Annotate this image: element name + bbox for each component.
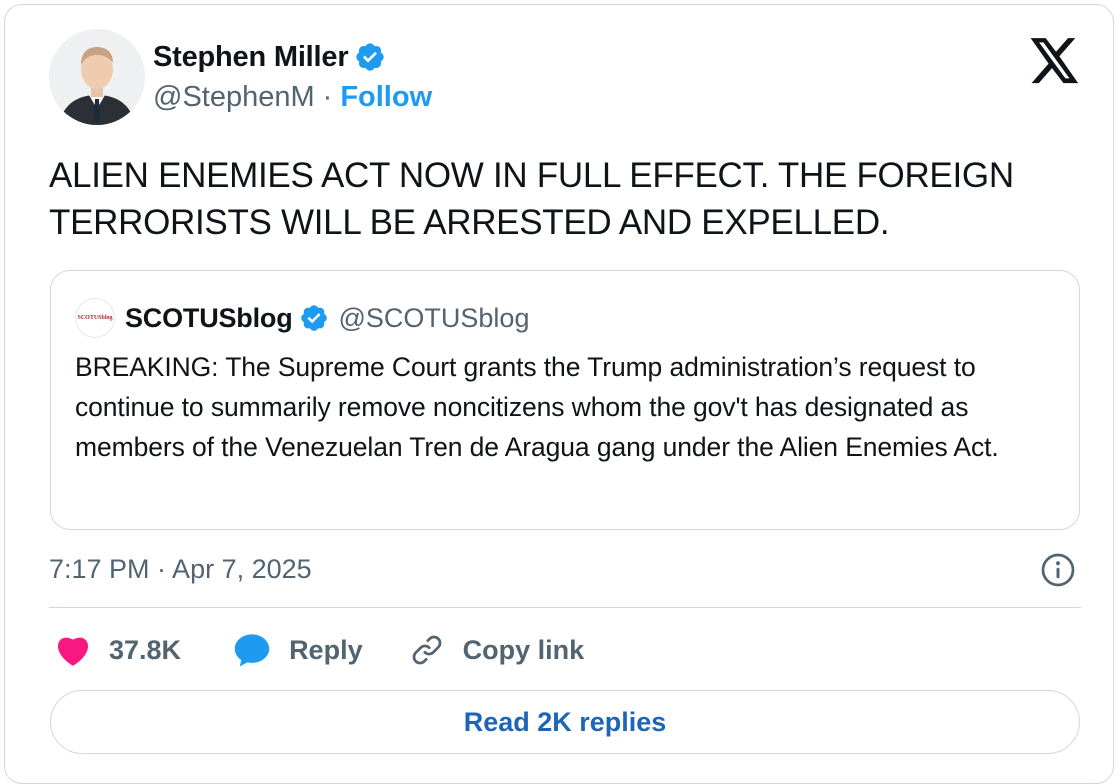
quoted-author-handle[interactable]: @SCOTUSblog [339,303,530,334]
action-bar: 37.8K Reply Copy link [55,628,584,672]
reply-label: Reply [289,634,363,665]
verified-badge-icon [300,305,327,331]
quoted-tweet[interactable]: SCOTUSblog SCOTUSblog @SCOTUSblog BREAKI… [50,270,1080,530]
author-name[interactable]: Stephen Miller [153,41,349,74]
quoted-tweet-text: BREAKING: The Supreme Court grants the T… [75,352,999,462]
quoted-author-name[interactable]: SCOTUSblog [125,303,293,334]
info-icon[interactable] [1040,552,1076,588]
handle-separator: · [322,80,333,113]
heart-icon [57,637,89,666]
author-photo [49,29,145,125]
quoted-author-avatar[interactable]: SCOTUSblog [75,298,115,338]
like-button[interactable]: 37.8K [55,633,181,667]
quoted-tweet-header: SCOTUSblog SCOTUSblog @SCOTUSblog [75,298,530,338]
author-handle[interactable]: @StephenM [153,81,315,114]
author-avatar[interactable] [49,29,145,125]
copy-link-label: Copy link [462,634,585,665]
copy-link-button[interactable]: Copy link [409,632,585,668]
link-icon [412,635,441,665]
speech-bubble-icon [234,634,270,667]
quoted-avatar-logo-text: SCOTUSblog [77,315,113,321]
tweet-timestamp[interactable]: 7:17 PM · Apr 7, 2025 [49,550,312,588]
x-logo-icon[interactable] [1030,38,1080,84]
reply-button[interactable]: Reply [233,632,363,668]
like-count: 37.8K [109,634,182,665]
divider [49,607,1081,608]
read-replies-button[interactable]: Read 2K replies [50,690,1080,754]
author-block: Stephen Miller @StephenM · Follow [153,38,432,116]
tweet-text: ALIEN ENEMIES ACT NOW IN FULL EFFECT. TH… [49,156,1014,242]
verified-badge-icon [356,43,385,71]
follow-button[interactable]: Follow [340,81,432,114]
